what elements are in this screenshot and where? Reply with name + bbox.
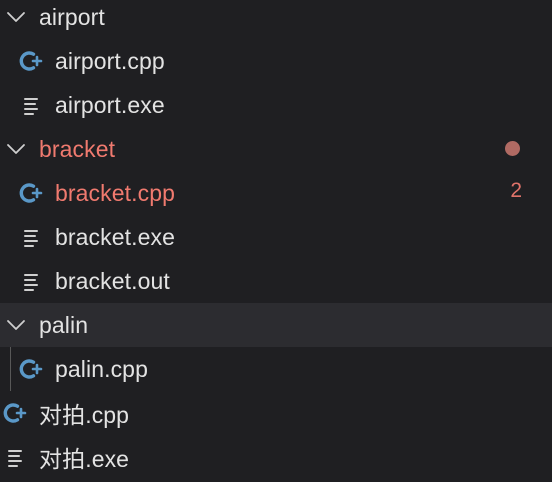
folder-palin[interactable]: palin — [0, 303, 552, 347]
cpp-file-icon — [19, 359, 43, 379]
text-file-icon — [24, 230, 38, 247]
folder-airport[interactable]: airport — [0, 0, 552, 39]
file-bracket-exe[interactable]: bracket.exe — [0, 215, 552, 259]
file-label: bracket.exe — [55, 223, 175, 250]
file-palin-cpp[interactable]: palin.cpp — [0, 347, 552, 391]
folder-label: airport — [39, 3, 105, 30]
file-label: airport.exe — [55, 91, 165, 118]
folder-label: palin — [39, 311, 89, 338]
file-label: 对拍.exe — [39, 446, 130, 472]
file-bracket-out[interactable]: bracket.out — [0, 259, 552, 303]
file-explorer-tree: airport airport.cpp airport.exe bracket … — [0, 0, 552, 482]
file-airport-exe[interactable]: airport.exe — [0, 83, 552, 127]
file-duipai-exe[interactable]: 对拍.exe — [0, 435, 552, 479]
text-file-icon — [8, 450, 22, 467]
file-bracket-cpp[interactable]: bracket.cpp 2 — [0, 171, 552, 215]
file-label: airport.cpp — [55, 47, 165, 74]
chevron-down-icon — [7, 12, 25, 22]
file-airport-cpp[interactable]: airport.cpp — [0, 39, 552, 83]
file-label: palin.cpp — [55, 355, 148, 382]
folder-label: bracket — [39, 135, 116, 162]
text-file-icon — [24, 98, 38, 115]
text-file-icon — [24, 274, 38, 291]
modified-dot — [505, 141, 520, 156]
file-label: bracket.cpp — [55, 179, 175, 206]
cpp-file-icon — [3, 403, 27, 423]
file-duipai-cpp[interactable]: 对拍.cpp — [0, 391, 552, 435]
chevron-down-icon — [7, 144, 25, 154]
file-label: bracket.out — [55, 267, 170, 294]
file-label: 对拍.cpp — [39, 402, 130, 428]
chevron-down-icon — [7, 320, 25, 330]
cpp-file-icon — [19, 51, 43, 71]
problems-count-badge: 2 — [510, 179, 522, 202]
cpp-file-icon — [19, 183, 43, 203]
folder-bracket[interactable]: bracket — [0, 127, 552, 171]
